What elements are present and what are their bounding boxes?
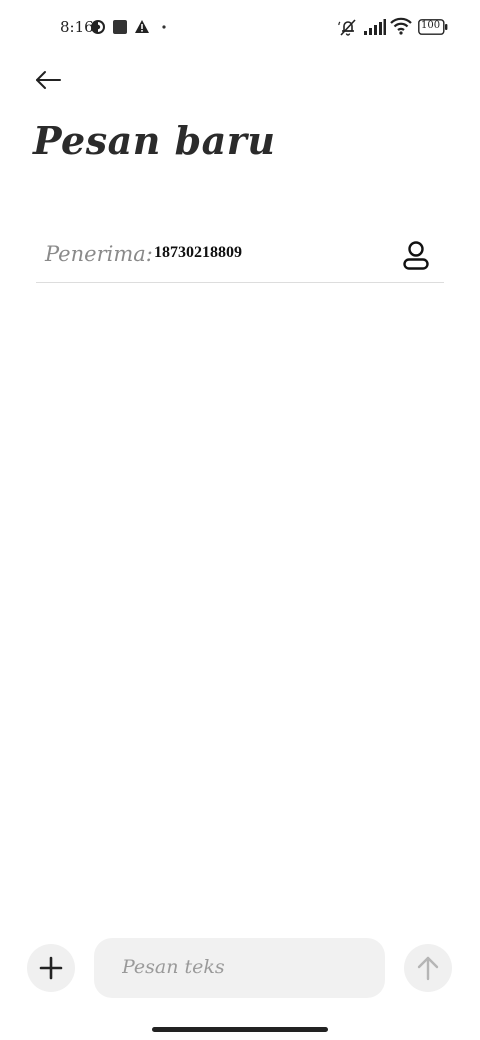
battery-level: 100	[421, 20, 441, 31]
plus-icon	[39, 956, 63, 980]
recipient-row: Penerima:	[36, 226, 444, 283]
wifi-icon	[390, 17, 412, 35]
dot-icon	[162, 25, 166, 29]
arrow-left-icon	[36, 71, 61, 89]
data-saver-icon	[91, 20, 105, 34]
page-title: Pesan baru	[33, 118, 276, 163]
status-time: 8:16	[60, 18, 94, 36]
mute-icon	[338, 19, 356, 36]
message-input[interactable]	[122, 956, 362, 978]
battery-icon: 100	[418, 19, 448, 35]
back-button[interactable]	[26, 60, 70, 100]
square-notification-icon	[113, 20, 127, 34]
arrow-up-icon	[417, 956, 439, 981]
status-bar: 8:16 100	[0, 0, 480, 56]
person-icon	[403, 241, 429, 270]
warning-icon	[135, 20, 149, 33]
contact-picker-button[interactable]	[396, 236, 436, 276]
home-indicator[interactable]	[152, 1027, 328, 1032]
recipient-input[interactable]	[154, 244, 374, 262]
recipient-label: Penerima:	[45, 242, 153, 266]
signal-icon	[364, 19, 386, 35]
attach-button[interactable]	[27, 944, 75, 992]
message-box	[94, 938, 385, 998]
send-button[interactable]	[404, 944, 452, 992]
